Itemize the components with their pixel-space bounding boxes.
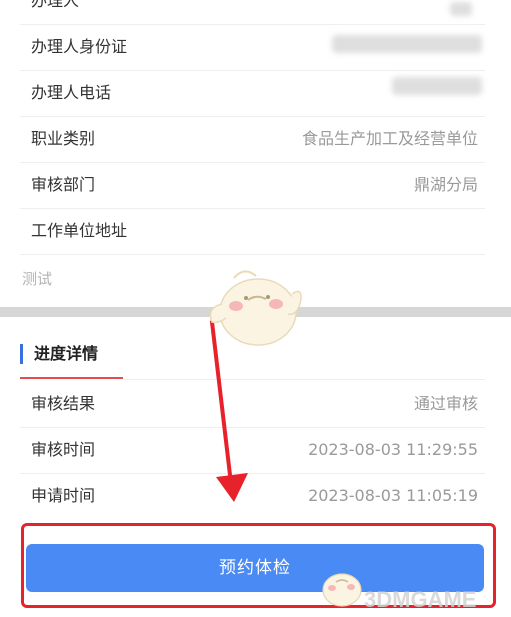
progress-row-label: 审核结果 [31, 394, 96, 413]
section-title-underline [20, 377, 123, 379]
info-row-handler: 办理人 [20, 0, 485, 25]
progress-row-label: 申请时间 [31, 486, 96, 505]
info-row-id-card: 办理人身份证 [20, 24, 485, 71]
progress-row-apply-time: 申请时间 2023-08-03 11:05:19 [20, 473, 485, 519]
info-row-label: 职业类别 [31, 129, 96, 148]
info-row-department: 审核部门 鼎湖分局 [20, 162, 485, 209]
redacted-value [392, 77, 482, 95]
info-row-value: 食品生产加工及经营单位 [301, 129, 478, 148]
info-row-phone: 办理人电话 [20, 70, 485, 117]
redacted-value [450, 2, 472, 16]
info-row-label: 办理人电话 [31, 83, 112, 102]
progress-row-review-time: 审核时间 2023-08-03 11:29:55 [20, 427, 485, 474]
info-row-label: 工作单位地址 [31, 221, 128, 240]
address-note: 测试 [22, 270, 53, 288]
info-row-value: 鼎湖分局 [413, 175, 478, 194]
info-row-label: 审核部门 [31, 175, 96, 194]
progress-row-label: 审核时间 [31, 440, 96, 459]
info-row-work-address: 工作单位地址 [20, 208, 485, 255]
book-exam-button[interactable]: 预约体检 [26, 544, 484, 592]
section-header-line [123, 379, 485, 380]
progress-row-value: 2023-08-03 11:05:19 [308, 486, 478, 505]
progress-row-value: 2023-08-03 11:29:55 [308, 440, 478, 459]
info-row-label: 办理人身份证 [31, 37, 128, 56]
progress-row-result: 审核结果 通过审核 [20, 381, 485, 428]
section-divider [0, 307, 511, 317]
redacted-value [332, 35, 482, 53]
progress-section-title: 进度详情 [34, 344, 99, 363]
info-row-label: 办理人 [31, 0, 80, 10]
progress-row-value: 通过审核 [413, 394, 478, 413]
info-row-occupation: 职业类别 食品生产加工及经营单位 [20, 116, 485, 163]
section-accent-bar [20, 344, 23, 364]
watermark-text: 3DMGAME [364, 587, 477, 612]
